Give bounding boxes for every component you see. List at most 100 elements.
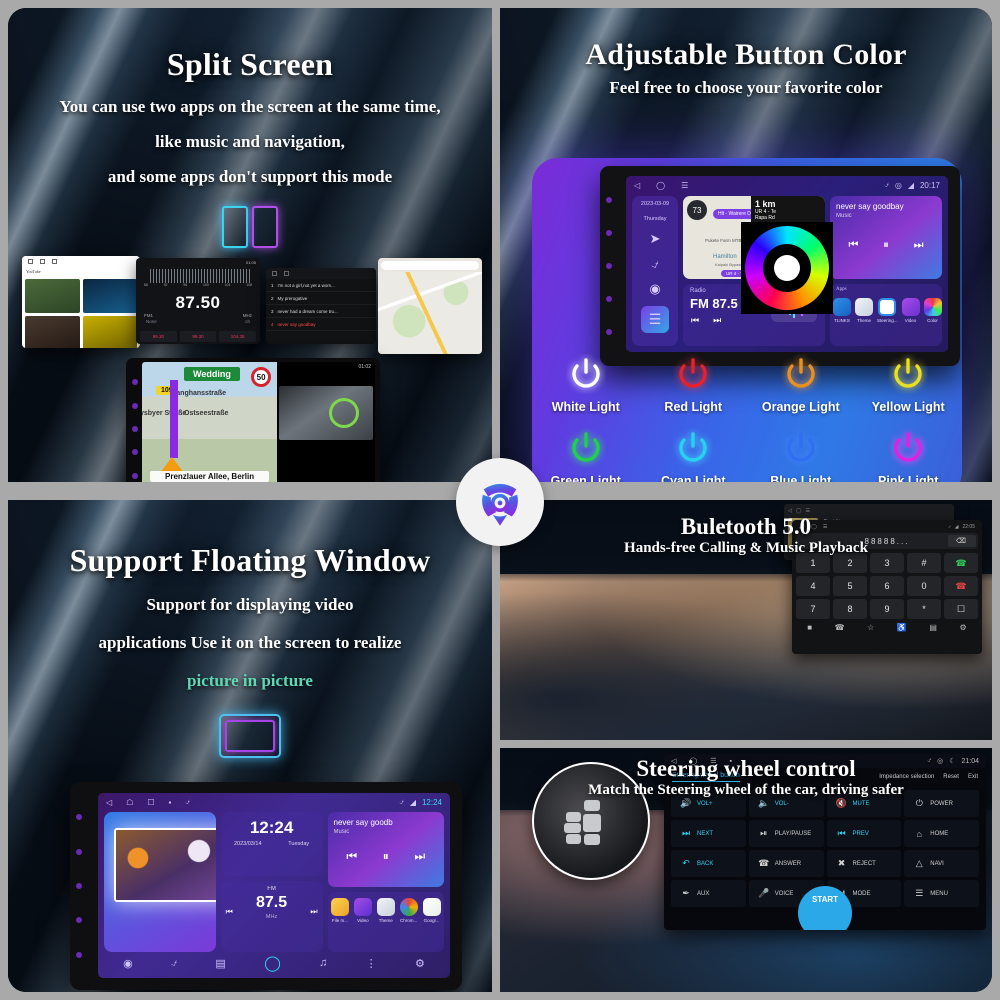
device-icon[interactable]: ▤ (929, 623, 937, 632)
radio-next-button[interactable]: ⏭ (713, 315, 721, 326)
power-icon[interactable] (566, 428, 606, 468)
floating-video-window[interactable] (114, 828, 216, 902)
sw-button-next[interactable]: ⏭ NEXT (671, 820, 746, 847)
home-icon[interactable]: ☖ (126, 798, 133, 807)
volume-down-button[interactable] (131, 472, 138, 479)
key-5[interactable]: 5 (833, 576, 867, 596)
video-thumb[interactable] (82, 316, 137, 348)
settings-icon[interactable]: ⚙ (960, 623, 967, 632)
video-thumb[interactable] (82, 279, 137, 313)
light-option-yellow[interactable]: Yellow Light (855, 354, 963, 416)
radio-tuning-scale[interactable] (150, 269, 250, 283)
google-maps-tile[interactable] (378, 258, 482, 354)
sw-button-answer[interactable]: ☎ ANSWER (748, 850, 824, 877)
navigation-icon[interactable]: ➤ (650, 231, 661, 247)
volume-down-button[interactable] (605, 329, 612, 335)
playlist-row[interactable]: 1 I'm not a girl,not yet a wom... (266, 279, 376, 292)
power-button[interactable] (605, 197, 612, 203)
keypad-icon[interactable]: ■ (807, 623, 812, 632)
bluetooth-icon[interactable]: ⍻ (171, 957, 177, 970)
radio-presets[interactable]: 99.30 99.30 104.35 (136, 331, 260, 342)
contact-button[interactable]: ☐ (944, 599, 978, 619)
playlist-row[interactable]: 3 never had a dream come tru... (266, 305, 376, 318)
maps-canvas[interactable] (378, 272, 482, 354)
head-unit-sidebar[interactable]: 2023-03-09 Thursday ➤ ⍻ ◉ ☰ (632, 196, 678, 346)
head-unit-screen[interactable]: ◁ ◯ ☰ ⍻ ◎ ◢ 20:17 2023-03-09 Thursday ➤ … (626, 176, 948, 352)
app-chrome[interactable]: Chrom... (399, 898, 418, 923)
menu-button[interactable] (131, 425, 138, 432)
key-9[interactable]: 9 (870, 599, 904, 619)
light-option-pink[interactable]: Pink Light (855, 428, 963, 482)
head-unit-dock[interactable]: ◉ ⍻ ▤ ◯ ♫ ⋮ ⚙ (104, 952, 444, 974)
settings-icon[interactable]: ⚙ (415, 957, 425, 970)
headset-icon[interactable]: ♿ (897, 623, 907, 632)
volume-up-button[interactable] (131, 449, 138, 456)
power-icon[interactable] (888, 354, 928, 394)
power-button[interactable] (75, 814, 82, 821)
hangup-button[interactable]: ☎ (944, 576, 978, 596)
youtube-app-tile[interactable]: YouTube (22, 256, 140, 348)
sw-button-navi[interactable]: △ NAVI (904, 850, 979, 877)
fm-radio-card[interactable]: FM 87.5 MHz ⏮ ⏭ (220, 880, 323, 952)
color-picker-wheel[interactable] (741, 221, 833, 314)
sw-button-back[interactable]: ↶ BACK (671, 850, 746, 877)
menu-button[interactable] (75, 882, 82, 889)
layers-icon[interactable]: ☰ (640, 306, 670, 333)
key-0[interactable]: 0 (907, 576, 941, 596)
power-icon[interactable] (888, 428, 928, 468)
app-video[interactable]: Video (901, 297, 920, 323)
back-icon[interactable]: ◁ (634, 181, 640, 190)
maps-search-input[interactable] (381, 261, 479, 270)
fm-next-button[interactable]: ⏭ (310, 907, 317, 917)
key-8[interactable]: 8 (833, 599, 867, 619)
app-file-manager[interactable]: File m... (330, 898, 349, 923)
compass-icon[interactable]: ◉ (123, 957, 133, 970)
home-ring-icon[interactable]: ◯ (264, 954, 281, 973)
music-next-button[interactable]: ⏭ (414, 849, 425, 864)
menu-button[interactable] (605, 263, 612, 269)
music-card[interactable]: never say goodbay Music ⏮ ⏸ ⏭ (830, 196, 942, 279)
sw-button-play-pause[interactable]: ⏯ PLAY/PAUSE (748, 820, 824, 847)
volume-down-button[interactable] (75, 951, 82, 958)
radio-icon[interactable]: ▤ (215, 957, 225, 970)
app-play-store[interactable]: Googl... (422, 898, 441, 923)
sw-button-home[interactable]: ⌂ HOME (904, 820, 979, 847)
back-icon[interactable]: ◁ (106, 798, 112, 807)
preset-button[interactable]: 104.35 (219, 331, 257, 342)
dialer-keypad[interactable]: 1 2 3 # ☎ 4 5 6 0 ☎ 7 8 9 * ☐ (796, 553, 978, 619)
volume-up-button[interactable] (75, 917, 82, 924)
navigation-head-unit[interactable]: Wedding 109 50 Langhansstraße Ostseestra… (126, 358, 380, 482)
app-color[interactable]: Color (923, 297, 942, 323)
apps-grid[interactable]: TLINKS Theme Steering... Video Color (833, 297, 942, 323)
preset-button[interactable]: 99.30 (140, 331, 177, 342)
home-icon[interactable]: ◯ (656, 181, 665, 190)
music-prev-button[interactable]: ⏮ (848, 239, 858, 252)
light-option-orange[interactable]: Orange Light (747, 354, 855, 416)
head-unit-side-buttons[interactable] (602, 170, 615, 362)
dialer-tabs[interactable]: ■ ☎ ☆ ♿ ▤ ⚙ (796, 623, 978, 632)
preset-button[interactable]: 99.30 (179, 331, 217, 342)
light-option-cyan[interactable]: Cyan Light (640, 428, 748, 482)
video-pane[interactable]: 01:02 (277, 362, 375, 482)
home-button[interactable] (131, 402, 138, 409)
music-next-button[interactable]: ⏭ (914, 239, 924, 252)
radio-app-tile[interactable]: 01:05 88 92 96 100 104 108 87.50 FM1 MHz (136, 258, 260, 344)
clock-card[interactable]: 12:24 2023/03/14 Tuesday (220, 812, 323, 876)
music-card[interactable]: never say goodb Music ⏮ ⏸ ⏭ (327, 812, 444, 888)
fm-prev-button[interactable]: ⏮ (226, 907, 233, 917)
radio-prev-button[interactable]: ⏮ (691, 315, 699, 326)
light-option-blue[interactable]: Blue Light (747, 428, 855, 482)
color-head-unit[interactable]: ◁ ◯ ☰ ⍻ ◎ ◢ 20:17 2023-03-09 Thursday ➤ … (600, 166, 960, 366)
power-icon[interactable] (566, 354, 606, 394)
head-unit-side-buttons[interactable] (72, 786, 85, 986)
equalizer-icon[interactable]: ⋮ (366, 957, 377, 970)
playlist-row-active[interactable]: 4 never say goodbay (266, 318, 376, 331)
color-wheel-knob[interactable] (774, 254, 800, 281)
power-icon[interactable] (673, 428, 713, 468)
light-option-green[interactable]: Green Light (532, 428, 640, 482)
power-button[interactable] (131, 379, 138, 386)
home-button[interactable] (605, 230, 612, 236)
video-thumb[interactable] (25, 316, 80, 348)
music-prev-button[interactable]: ⏮ (346, 849, 357, 864)
app-video[interactable]: Video (353, 898, 372, 923)
